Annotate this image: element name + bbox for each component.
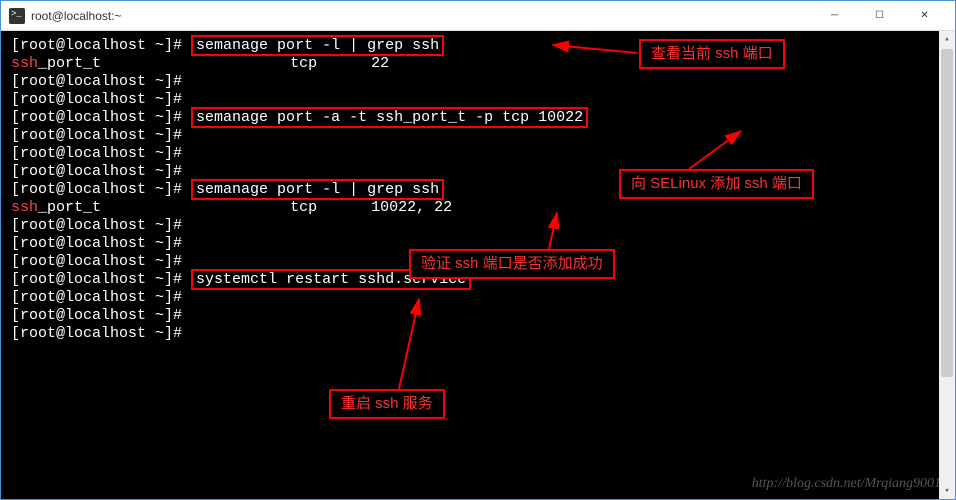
output-text: _port_t xyxy=(38,55,101,72)
terminal-line: [root@localhost ~]# xyxy=(11,289,945,307)
output-highlight: ssh xyxy=(11,199,38,216)
output-text: tcp xyxy=(290,199,317,216)
terminal-line: [root@localhost ~]# semanage port -l | g… xyxy=(11,37,945,55)
terminal-line: [root@localhost ~]# xyxy=(11,145,945,163)
prompt: [root@localhost ~]# xyxy=(11,91,182,108)
window-title: root@localhost:~ xyxy=(31,9,812,23)
terminal-window: root@localhost:~ ─ ☐ ✕ [root@localhost ~… xyxy=(0,0,956,500)
minimize-button[interactable]: ─ xyxy=(812,1,857,30)
terminal-line: ssh_port_t tcp 10022, 22 xyxy=(11,199,945,217)
terminal-line: [root@localhost ~]# xyxy=(11,73,945,91)
output-highlight: ssh xyxy=(11,55,38,72)
prompt: [root@localhost ~]# xyxy=(11,289,182,306)
command-text: semanage port -a -t ssh_port_t -p tcp 10… xyxy=(196,109,583,126)
terminal-line: [root@localhost ~]# xyxy=(11,127,945,145)
annotation-label: 查看当前 ssh 端口 xyxy=(639,39,785,69)
terminal-body[interactable]: [root@localhost ~]# semanage port -l | g… xyxy=(1,31,955,499)
prompt: [root@localhost ~]# xyxy=(11,127,182,144)
annotation-label: 验证 ssh 端口是否添加成功 xyxy=(409,249,615,279)
terminal-line: [root@localhost ~]# xyxy=(11,325,945,343)
scrollbar[interactable]: ▴ ▾ xyxy=(939,31,955,499)
prompt: [root@localhost ~]# xyxy=(11,145,182,162)
output-text: 22 xyxy=(371,55,389,72)
maximize-button[interactable]: ☐ xyxy=(857,1,902,30)
terminal-line: [root@localhost ~]# semanage port -a -t … xyxy=(11,109,945,127)
terminal-icon xyxy=(9,8,25,24)
close-button[interactable]: ✕ xyxy=(902,1,947,30)
prompt: [root@localhost ~]# xyxy=(11,217,182,234)
scroll-down-icon[interactable]: ▾ xyxy=(939,483,955,499)
command-text: semanage port -l | grep ssh xyxy=(196,37,439,54)
scrollbar-thumb[interactable] xyxy=(941,49,953,377)
output-text: _port_t xyxy=(38,199,101,216)
prompt: [root@localhost ~]# xyxy=(11,253,182,270)
prompt: [root@localhost ~]# xyxy=(11,271,182,288)
command-box: semanage port -l | grep ssh xyxy=(191,179,444,200)
output-text: tcp xyxy=(290,55,317,72)
annotation-label: 重启 ssh 服务 xyxy=(329,389,445,419)
prompt: [root@localhost ~]# xyxy=(11,163,182,180)
window-controls: ─ ☐ ✕ xyxy=(812,1,947,30)
prompt: [root@localhost ~]# xyxy=(11,181,182,198)
command-box: semanage port -a -t ssh_port_t -p tcp 10… xyxy=(191,107,588,128)
prompt: [root@localhost ~]# xyxy=(11,307,182,324)
output-text: 10022, 22 xyxy=(371,199,452,216)
watermark: http://blog.csdn.net/Mrqiang9001 xyxy=(752,476,941,493)
titlebar: root@localhost:~ ─ ☐ ✕ xyxy=(1,1,955,31)
prompt: [root@localhost ~]# xyxy=(11,37,182,54)
prompt: [root@localhost ~]# xyxy=(11,73,182,90)
terminal-line: [root@localhost ~]# xyxy=(11,217,945,235)
command-text: semanage port -l | grep ssh xyxy=(196,181,439,198)
scroll-up-icon[interactable]: ▴ xyxy=(939,31,955,47)
prompt: [root@localhost ~]# xyxy=(11,109,182,126)
command-box: semanage port -l | grep ssh xyxy=(191,35,444,56)
terminal-line: [root@localhost ~]# xyxy=(11,307,945,325)
prompt: [root@localhost ~]# xyxy=(11,325,182,342)
prompt: [root@localhost ~]# xyxy=(11,235,182,252)
annotation-label: 向 SELinux 添加 ssh 端口 xyxy=(619,169,814,199)
terminal-line: ssh_port_t tcp 22 xyxy=(11,55,945,73)
